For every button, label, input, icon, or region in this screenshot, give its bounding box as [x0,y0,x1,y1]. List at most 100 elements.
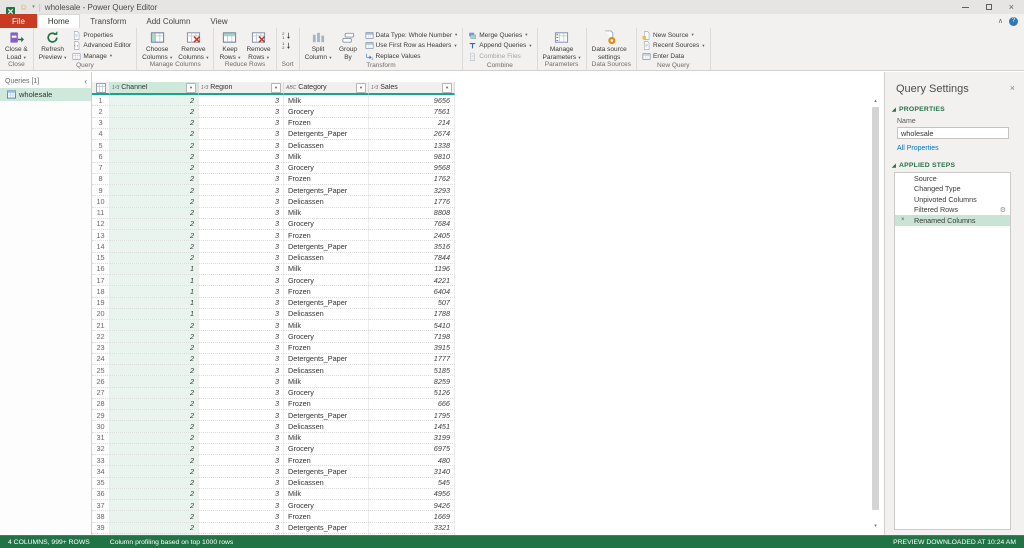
cell-channel[interactable]: 2 [110,118,199,129]
restore-button[interactable] [986,4,992,10]
cell-region[interactable]: 3 [199,298,284,309]
cell-sales[interactable]: 9568 [369,163,455,174]
cell-channel[interactable]: 2 [110,163,199,174]
row-number[interactable]: 38 [92,511,110,522]
cell-channel[interactable]: 2 [110,174,199,185]
row-number[interactable]: 7 [92,163,110,174]
cell-category[interactable]: Detergents_Paper [284,129,369,140]
row-number[interactable]: 30 [92,421,110,432]
cell-channel[interactable]: 2 [110,219,199,230]
cell-category[interactable]: Detergents_Paper [284,354,369,365]
cell-channel[interactable]: 2 [110,388,199,399]
applied-step-changed-type[interactable]: Changed Type [895,184,1010,195]
cell-category[interactable]: Milk [284,433,369,444]
cell-region[interactable]: 3 [199,489,284,500]
close-settings-icon[interactable]: × [1010,84,1015,93]
cell-region[interactable]: 3 [199,354,284,365]
ribbon-button-close-load[interactable]: Close &Load ▾ [3,29,30,61]
column-header-category[interactable]: ABCCategory▾ [284,82,369,95]
column-header-channel[interactable]: 1²3Channel▾ [110,82,199,95]
cell-region[interactable]: 3 [199,241,284,252]
query-list-item-wholesale[interactable]: wholesale [0,88,91,101]
cell-category[interactable]: Grocery [284,219,369,230]
cell-region[interactable]: 3 [199,140,284,151]
cell-sales[interactable]: 9656 [369,95,455,106]
all-properties-link[interactable]: All Properties [885,139,1024,160]
cell-sales[interactable]: 3199 [369,433,455,444]
row-number[interactable]: 25 [92,365,110,376]
cell-channel[interactable]: 2 [110,421,199,432]
row-number[interactable]: 20 [92,309,110,320]
cell-sales[interactable]: 2674 [369,129,455,140]
cell-channel[interactable]: 2 [110,241,199,252]
cell-region[interactable]: 3 [199,118,284,129]
cell-category[interactable]: Frozen [284,230,369,241]
cell-sales[interactable]: 1762 [369,174,455,185]
cell-category[interactable]: Delicassen [284,421,369,432]
cell-sales[interactable]: 480 [369,455,455,466]
cell-category[interactable]: Detergents_Paper [284,241,369,252]
cell-channel[interactable]: 2 [110,376,199,387]
tab-view[interactable]: View [200,14,237,28]
cell-channel[interactable]: 2 [110,196,199,207]
row-number[interactable]: 9 [92,185,110,196]
ribbon-button-sort-desc[interactable]: 12 [280,41,293,52]
cell-channel[interactable]: 2 [110,466,199,477]
cell-channel[interactable]: 1 [110,309,199,320]
cell-channel[interactable]: 2 [110,208,199,219]
cell-category[interactable]: Grocery [284,444,369,455]
ribbon-button-properties[interactable]: Properties [70,30,133,41]
cell-category[interactable]: Milk [284,376,369,387]
cell-sales[interactable]: 7561 [369,106,455,117]
cell-category[interactable]: Detergents_Paper [284,466,369,477]
collapse-properties-icon[interactable]: ◢ [892,107,896,113]
number-type-icon[interactable]: 1²3 [201,85,208,91]
cell-region[interactable]: 3 [199,275,284,286]
filter-button-sales[interactable]: ▾ [442,83,452,93]
cell-category[interactable]: Frozen [284,399,369,410]
cell-channel[interactable]: 2 [110,343,199,354]
cell-channel[interactable]: 2 [110,444,199,455]
ribbon-button-data-source-settings[interactable]: Data sourcesettings [590,29,629,61]
help-icon[interactable]: ? [1009,17,1018,26]
ribbon-button-combine-files[interactable]: Combine Files [466,51,533,62]
cell-region[interactable]: 3 [199,151,284,162]
cell-category[interactable]: Frozen [284,286,369,297]
cell-category[interactable]: Grocery [284,331,369,342]
row-number[interactable]: 34 [92,466,110,477]
row-number[interactable]: 15 [92,253,110,264]
cell-sales[interactable]: 1788 [369,309,455,320]
ribbon-button-remove-rows[interactable]: RemoveRows ▾ [244,29,272,61]
scroll-down-icon[interactable]: ▾ [870,521,881,531]
cell-category[interactable]: Milk [284,320,369,331]
row-number[interactable]: 29 [92,410,110,421]
cell-region[interactable]: 3 [199,433,284,444]
cell-sales[interactable]: 545 [369,478,455,489]
row-number[interactable]: 12 [92,219,110,230]
cell-sales[interactable]: 5126 [369,388,455,399]
scrollbar-thumb[interactable] [872,107,879,510]
cell-category[interactable]: Grocery [284,106,369,117]
ribbon-button-remove-columns[interactable]: RemoveColumns ▾ [176,29,210,61]
cell-sales[interactable]: 4956 [369,489,455,500]
cell-category[interactable]: Detergents_Paper [284,523,369,534]
cell-region[interactable]: 3 [199,478,284,489]
cell-sales[interactable]: 8808 [369,208,455,219]
cell-channel[interactable]: 1 [110,298,199,309]
query-name-input[interactable] [897,127,1009,139]
collapse-queries-pane-icon[interactable]: ‹ [84,78,87,85]
number-type-icon[interactable]: 1²3 [371,85,378,91]
cell-region[interactable]: 3 [199,106,284,117]
row-number[interactable]: 33 [92,455,110,466]
cell-category[interactable]: Milk [284,208,369,219]
row-number[interactable]: 24 [92,354,110,365]
row-number[interactable]: 13 [92,230,110,241]
cell-region[interactable]: 3 [199,174,284,185]
cell-sales[interactable]: 6404 [369,286,455,297]
delete-step-icon[interactable]: × [901,217,905,223]
row-number[interactable]: 39 [92,523,110,534]
cell-region[interactable]: 3 [199,185,284,196]
row-number[interactable]: 10 [92,196,110,207]
row-number[interactable]: 4 [92,129,110,140]
cell-channel[interactable]: 2 [110,433,199,444]
